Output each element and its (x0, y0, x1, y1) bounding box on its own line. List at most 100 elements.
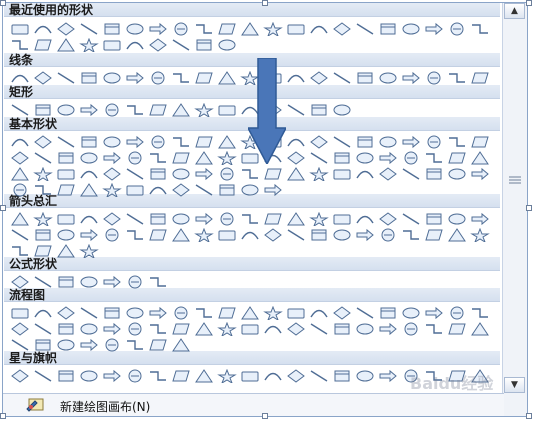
shape-button[interactable] (100, 226, 123, 244)
shape-button[interactable] (169, 336, 192, 354)
resize-handle-bottom[interactable] (262, 413, 268, 419)
shape-button[interactable] (54, 273, 77, 291)
shape-button[interactable] (376, 226, 399, 244)
shape-button[interactable] (215, 320, 238, 338)
shape-button[interactable] (215, 36, 238, 54)
shape-button[interactable] (31, 36, 54, 54)
shape-button[interactable] (261, 181, 284, 199)
shape-button[interactable] (307, 320, 330, 338)
vertical-scrollbar[interactable]: ▲ ▼ (502, 3, 527, 416)
shape-button[interactable] (261, 20, 284, 38)
shape-button[interactable] (238, 320, 261, 338)
shape-button[interactable] (31, 273, 54, 291)
shape-button[interactable] (399, 226, 422, 244)
shape-button[interactable] (54, 242, 77, 260)
shape-button[interactable] (100, 367, 123, 385)
shape-button[interactable] (284, 226, 307, 244)
shape-button[interactable] (192, 320, 215, 338)
shape-button[interactable] (192, 101, 215, 119)
shape-button[interactable] (215, 69, 238, 87)
resize-handle-top-right[interactable] (526, 0, 532, 6)
shape-button[interactable] (77, 69, 100, 87)
shape-button[interactable] (146, 36, 169, 54)
shape-button[interactable] (330, 165, 353, 183)
shape-button[interactable] (238, 226, 261, 244)
shape-button[interactable] (468, 165, 491, 183)
shape-button[interactable] (123, 181, 146, 199)
shape-button[interactable] (376, 367, 399, 385)
shape-button[interactable] (100, 336, 123, 354)
resize-handle-top-left[interactable] (0, 0, 6, 6)
shape-button[interactable] (8, 69, 31, 87)
shape-button[interactable] (353, 320, 376, 338)
shape-button[interactable] (77, 336, 100, 354)
shape-button[interactable] (238, 367, 261, 385)
shape-button[interactable] (284, 69, 307, 87)
shape-button[interactable] (284, 367, 307, 385)
shape-button[interactable] (100, 181, 123, 199)
shape-button[interactable] (215, 181, 238, 199)
shape-button[interactable] (215, 367, 238, 385)
resize-handle-left[interactable] (0, 205, 6, 211)
shape-button[interactable] (238, 181, 261, 199)
shape-button[interactable] (123, 273, 146, 291)
shape-button[interactable] (238, 20, 261, 38)
shape-button[interactable] (445, 69, 468, 87)
shape-button[interactable] (192, 226, 215, 244)
shape-button[interactable] (54, 181, 77, 199)
shape-button[interactable] (353, 165, 376, 183)
shape-button[interactable] (399, 165, 422, 183)
shape-button[interactable] (100, 101, 123, 119)
shape-button[interactable] (330, 69, 353, 87)
shape-button[interactable] (192, 181, 215, 199)
shape-button[interactable] (8, 242, 31, 260)
shape-button[interactable] (31, 101, 54, 119)
shape-button[interactable] (422, 320, 445, 338)
shape-button[interactable] (169, 36, 192, 54)
shape-button[interactable] (54, 336, 77, 354)
shape-button[interactable] (77, 273, 100, 291)
shape-button[interactable] (468, 69, 491, 87)
shape-button[interactable] (54, 101, 77, 119)
shape-button[interactable] (261, 226, 284, 244)
shape-button[interactable] (169, 101, 192, 119)
shape-button[interactable] (399, 69, 422, 87)
shape-button[interactable] (31, 181, 54, 199)
shape-button[interactable] (399, 320, 422, 338)
shape-button[interactable] (422, 20, 445, 38)
shape-button[interactable] (330, 101, 353, 119)
scroll-down-button[interactable]: ▼ (504, 377, 525, 393)
shape-button[interactable] (422, 165, 445, 183)
shape-button[interactable] (422, 69, 445, 87)
shape-button[interactable] (284, 101, 307, 119)
shape-button[interactable] (330, 226, 353, 244)
shape-button[interactable] (307, 20, 330, 38)
shape-button[interactable] (376, 165, 399, 183)
shape-button[interactable] (123, 36, 146, 54)
shape-button[interactable] (31, 242, 54, 260)
shape-button[interactable] (123, 101, 146, 119)
shape-button[interactable] (307, 367, 330, 385)
shape-button[interactable] (330, 367, 353, 385)
scroll-up-button[interactable]: ▲ (504, 3, 525, 19)
shape-button[interactable] (330, 20, 353, 38)
shape-button[interactable] (146, 101, 169, 119)
shape-button[interactable] (123, 226, 146, 244)
shape-button[interactable] (353, 226, 376, 244)
shape-button[interactable] (215, 226, 238, 244)
shape-button[interactable] (284, 320, 307, 338)
shape-button[interactable] (468, 226, 491, 244)
shape-button[interactable] (77, 36, 100, 54)
shape-button[interactable] (445, 320, 468, 338)
shape-button[interactable] (468, 320, 491, 338)
shape-button[interactable] (146, 367, 169, 385)
shape-button[interactable] (399, 20, 422, 38)
shape-button[interactable] (169, 69, 192, 87)
shape-button[interactable] (169, 226, 192, 244)
shape-button[interactable] (468, 20, 491, 38)
shape-button[interactable] (31, 367, 54, 385)
shape-button[interactable] (123, 367, 146, 385)
shape-button[interactable] (8, 101, 31, 119)
shape-button[interactable] (31, 69, 54, 87)
shape-button[interactable] (77, 101, 100, 119)
